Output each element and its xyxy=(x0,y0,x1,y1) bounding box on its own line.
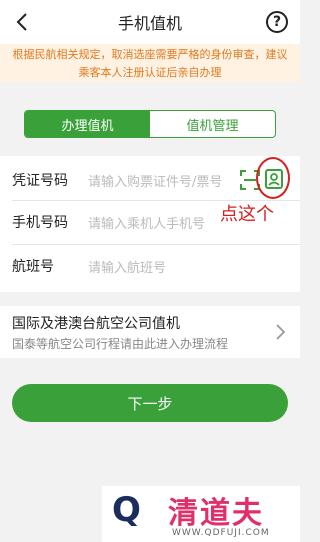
intl-subtitle: 国泰等航空公司行程请由此进入办理流程 xyxy=(12,337,229,351)
highlight-circle xyxy=(256,157,290,199)
flight-input[interactable]: 请输入航班号 xyxy=(88,257,166,276)
doc-number-label: 凭证号码 xyxy=(12,173,68,189)
flight-label: 航班号 xyxy=(12,259,54,275)
help-icon[interactable]: ? xyxy=(266,11,288,33)
tab-checkin-management[interactable]: 值机管理 xyxy=(150,111,275,137)
annotation-label: 点这个 xyxy=(220,204,274,225)
page-title: 手机值机 xyxy=(117,14,182,33)
watermark-brand: 清道夫 xyxy=(168,496,264,531)
intl-title: 国际及港澳台航空公司值机 xyxy=(12,316,180,332)
phone-label: 手机号码 xyxy=(12,215,68,231)
watermark-logo: Q 清道夫 WWW.QDFUJI.COM xyxy=(102,486,300,542)
top-nav-bar: 手机值机 ? xyxy=(0,0,300,44)
international-checkin-entry[interactable]: 国际及港澳台航空公司值机 国泰等航空公司行程请由此进入办理流程 xyxy=(0,306,300,358)
phone-input[interactable]: 请输入乘机人手机号 xyxy=(88,213,205,232)
chevron-right-icon xyxy=(276,324,286,340)
next-step-button[interactable]: 下一步 xyxy=(12,384,288,422)
tab-checkin[interactable]: 办理值机 xyxy=(25,111,150,137)
flight-row[interactable]: 航班号 请输入航班号 xyxy=(0,244,300,288)
watermark-url: WWW.QDFUJI.COM xyxy=(172,528,270,538)
doc-number-input[interactable]: 请输入购票证件号/票号 xyxy=(88,171,222,190)
back-icon[interactable] xyxy=(8,8,36,36)
notice-banner: 根据民航相关规定，取消选座需要严格的身份审查，建议乘客本人注册认证后亲自办理 xyxy=(0,44,300,82)
tab-bar: 办理值机 值机管理 xyxy=(24,110,276,138)
watermark-q-icon: Q xyxy=(112,490,141,530)
